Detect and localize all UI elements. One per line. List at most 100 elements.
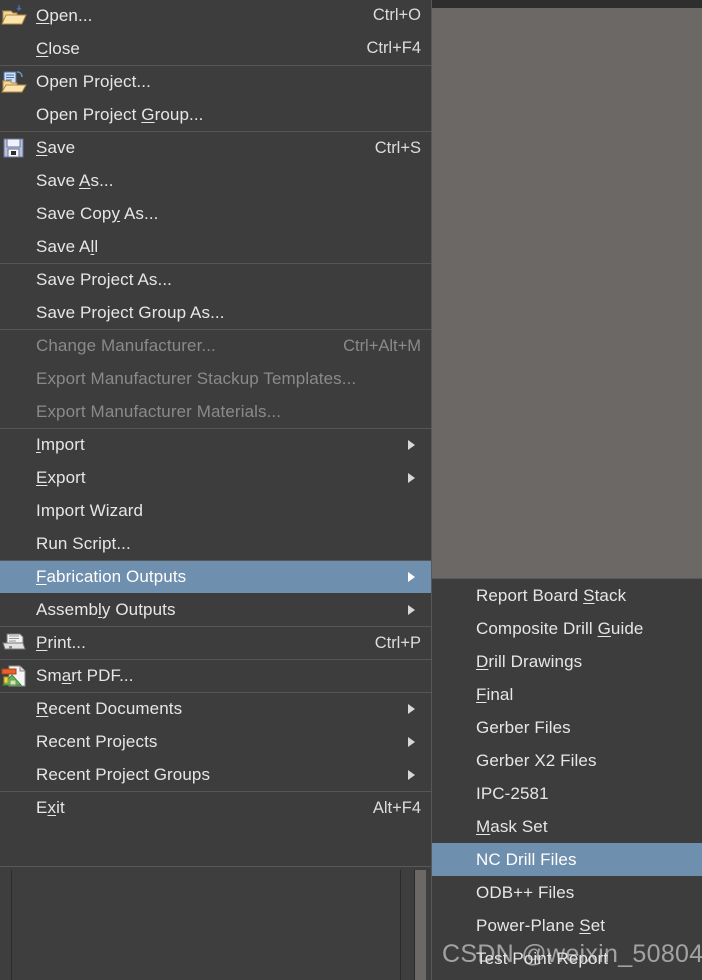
menu-item-shortcut: Alt+F4	[372, 798, 421, 817]
menu-item-label: Test Point Report	[476, 948, 609, 968]
menu-item-label: IPC-2581	[476, 783, 549, 803]
menu-item-export-manufacturer-materials: Export Manufacturer Materials...	[0, 395, 431, 428]
menu-item-drill-drawings[interactable]: Drill Drawings	[432, 645, 702, 678]
menu-item-nc-drill-files[interactable]: NC Drill Files	[432, 843, 702, 876]
menu-item-label: Mask Set	[476, 816, 548, 836]
menu-item-label: Power-Plane Set	[476, 915, 606, 935]
menu-item-open[interactable]: Open... Ctrl+O	[0, 0, 431, 32]
menu-item-label: Drill Drawings	[476, 651, 583, 671]
menu-item-save[interactable]: Save Ctrl+S	[0, 131, 431, 164]
menu-item-label: Save Copy As...	[36, 203, 159, 223]
menu-item-recent-project-groups[interactable]: Recent Project Groups	[0, 758, 431, 791]
menu-item-open-project[interactable]: Open Project...	[0, 65, 431, 98]
menu-item-smart-pdf[interactable]: Smart PDF...	[0, 659, 431, 692]
menu-item-label: Export Manufacturer Materials...	[36, 401, 282, 421]
menu-item-test-point-report[interactable]: Test Point Report	[432, 942, 702, 975]
menu-item-report-board-stack[interactable]: Report Board Stack	[432, 579, 702, 612]
menu-item-export[interactable]: Export	[0, 461, 431, 494]
menu-item-label: Import	[36, 435, 85, 454]
menu-item-label: Assembly Outputs	[36, 599, 176, 619]
menu-item-save-project-group-as[interactable]: Save Project Group As...	[0, 296, 431, 329]
menu-item-label: Open Project...	[36, 72, 151, 91]
menu-item-shortcut: Ctrl+S	[374, 138, 421, 157]
menu-item-gerber-files[interactable]: Gerber Files	[432, 711, 702, 744]
menu-item-label: Save All	[36, 236, 99, 256]
menu-item-label: Recent Documents	[36, 699, 183, 718]
submenu-arrow-icon	[408, 440, 415, 450]
document-panel-scrollbar[interactable]	[415, 870, 426, 980]
menu-item-label: Open Project Group...	[36, 104, 204, 124]
menu-item-save-copy-as[interactable]: Save Copy As...	[0, 197, 431, 230]
open-project-folder-icon	[1, 70, 27, 94]
menu-item-export-manufacturer-stackup-templates: Export Manufacturer Stackup Templates...	[0, 362, 431, 395]
printer-icon	[1, 631, 27, 655]
menu-item-label: Exit	[36, 798, 65, 817]
menu-item-fabrication-outputs[interactable]: Fabrication Outputs	[0, 560, 431, 593]
menu-item-gerber-x2-files[interactable]: Gerber X2 Files	[432, 744, 702, 777]
menu-item-label: Save Project Group As...	[36, 302, 225, 322]
menu-item-recent-documents[interactable]: Recent Documents	[0, 692, 431, 725]
app-titlebar-strip	[430, 0, 702, 8]
menu-item-open-project-group[interactable]: Open Project Group...	[0, 98, 431, 131]
menu-item-label: Composite Drill Guide	[476, 618, 644, 638]
document-panel-rule-left	[11, 870, 12, 980]
menu-item-recent-projects[interactable]: Recent Projects	[0, 725, 431, 758]
document-panel	[0, 866, 432, 980]
menu-item-ipc-2581[interactable]: IPC-2581	[432, 777, 702, 810]
menu-item-label: Smart PDF...	[36, 666, 134, 685]
menu-item-label: Save As...	[36, 170, 114, 190]
menu-item-label: Export	[36, 467, 86, 487]
submenu-arrow-icon	[408, 736, 415, 747]
menu-item-label: Run Script...	[36, 533, 131, 553]
submenu-arrow-icon	[408, 769, 415, 780]
menu-item-label: ODB++ Files	[476, 882, 575, 902]
menu-item-shortcut: Ctrl+Alt+M	[343, 336, 421, 355]
document-panel-rule-right	[400, 870, 401, 980]
menu-item-save-project-as[interactable]: Save Project As...	[0, 263, 431, 296]
smart-pdf-icon	[1, 664, 27, 688]
menu-item-shortcut: Ctrl+O	[372, 6, 421, 24]
menu-item-label: Open...	[36, 5, 93, 25]
app-workspace-background	[432, 8, 702, 578]
menu-item-shortcut: Ctrl+P	[374, 633, 421, 652]
file-menu[interactable]: Open... Ctrl+O Close Ctrl+F4 Open Project...…	[0, 0, 432, 867]
menu-item-change-manufacturer: Change Manufacturer... Ctrl+Alt+M	[0, 329, 431, 362]
menu-item-label: Fabrication Outputs	[36, 567, 187, 586]
menu-item-shortcut: Ctrl+F4	[366, 39, 421, 57]
screen: Open... Ctrl+O Close Ctrl+F4 Open Project...…	[0, 0, 702, 980]
open-folder-icon	[1, 4, 27, 28]
menu-item-label: Import Wizard	[36, 500, 144, 520]
menu-item-import[interactable]: Import	[0, 428, 431, 461]
menu-item-save-all[interactable]: Save All	[0, 230, 431, 263]
menu-item-label: Save Project As...	[36, 270, 172, 289]
menu-item-run-script[interactable]: Run Script...	[0, 527, 431, 560]
menu-item-close[interactable]: Close Ctrl+F4	[0, 32, 431, 65]
menu-item-save-as[interactable]: Save As...	[0, 164, 431, 197]
menu-item-label: Final	[476, 684, 514, 704]
menu-item-composite-drill-guide[interactable]: Composite Drill Guide	[432, 612, 702, 645]
menu-item-assembly-outputs[interactable]: Assembly Outputs	[0, 593, 431, 626]
menu-item-label: Gerber Files	[476, 717, 571, 737]
menu-item-power-plane-set[interactable]: Power-Plane Set	[432, 909, 702, 942]
document-panel-rule-far	[414, 870, 415, 980]
menu-item-label: Export Manufacturer Stackup Templates...	[36, 368, 357, 388]
menu-item-mask-set[interactable]: Mask Set	[432, 810, 702, 843]
menu-item-final[interactable]: Final	[432, 678, 702, 711]
submenu-arrow-icon	[408, 472, 415, 483]
save-floppy-icon	[1, 136, 27, 160]
menu-item-label: Change Manufacturer...	[36, 336, 216, 355]
menu-item-label: Recent Projects	[36, 731, 158, 751]
menu-item-label: Report Board Stack	[476, 585, 627, 605]
menu-item-label: Gerber X2 Files	[476, 750, 597, 770]
menu-item-label: NC Drill Files	[476, 849, 577, 869]
menu-item-import-wizard[interactable]: Import Wizard	[0, 494, 431, 527]
submenu-arrow-icon	[408, 604, 415, 615]
menu-item-print[interactable]: Print... Ctrl+P	[0, 626, 431, 659]
fabrication-outputs-items: Report Board Stack Composite Drill Guide D…	[432, 579, 702, 975]
fabrication-outputs-submenu[interactable]: Report Board Stack Composite Drill Guide D…	[431, 578, 702, 980]
submenu-arrow-icon	[408, 704, 415, 714]
menu-item-exit[interactable]: Exit Alt+F4	[0, 791, 431, 824]
menu-item-label: Recent Project Groups	[36, 764, 211, 784]
menu-item-odb-files[interactable]: ODB++ Files	[432, 876, 702, 909]
submenu-arrow-icon	[408, 572, 415, 582]
